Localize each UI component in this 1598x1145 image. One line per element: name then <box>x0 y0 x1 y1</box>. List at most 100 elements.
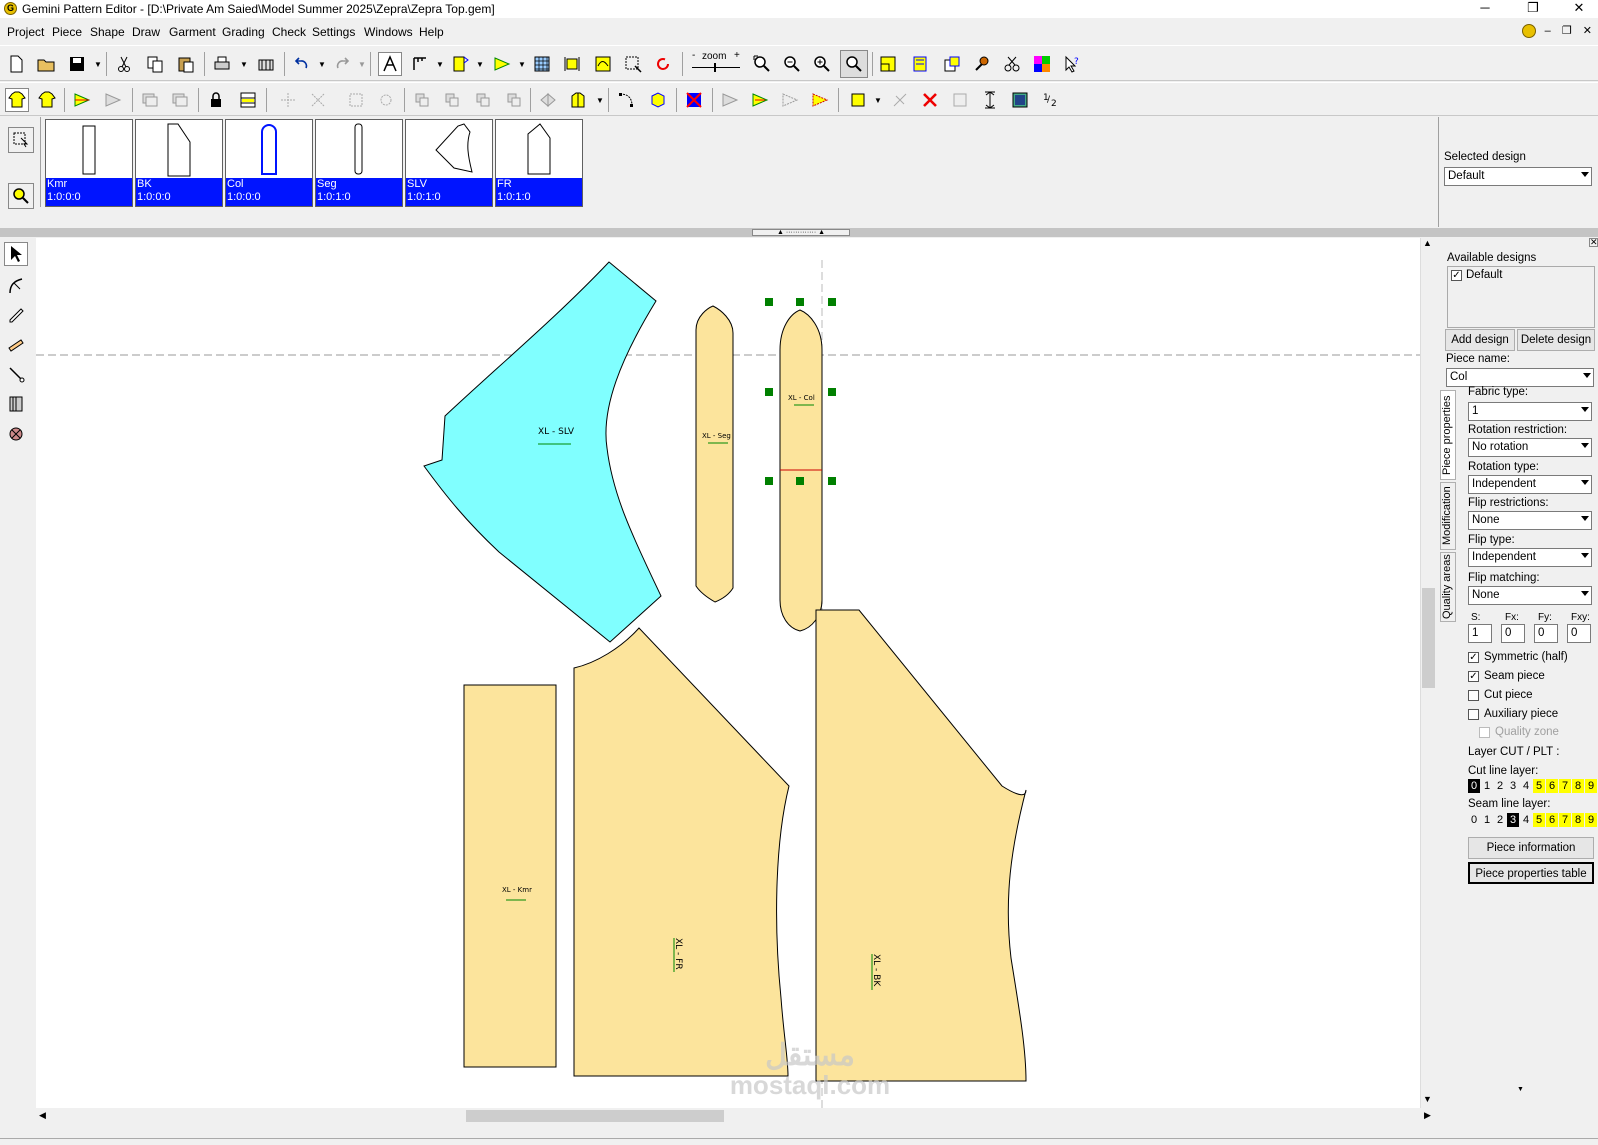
menu-grading[interactable]: Grading <box>222 25 265 39</box>
mdi-minimize-button[interactable]: – <box>1545 25 1551 37</box>
select-piece-icon[interactable] <box>8 127 34 153</box>
tab-modification[interactable]: Modification <box>1440 482 1456 550</box>
measure-icon[interactable] <box>408 52 432 76</box>
scroll-right-icon[interactable]: ▶ <box>1424 1110 1431 1121</box>
cut-layer-3[interactable]: 3 <box>1507 779 1519 793</box>
thumbnail-fr[interactable]: FR 1:0:1:0 <box>495 119 583 207</box>
seam-layer-9[interactable]: 9 <box>1585 813 1597 827</box>
pattern-canvas[interactable]: XL - SLV XL - Seg XL - Col XL - Kmr XL -… <box>36 238 1420 1108</box>
thumbnail-col[interactable]: Col 1:0:0:0 <box>225 119 313 207</box>
print-dropdown-icon[interactable]: ▼ <box>240 60 248 69</box>
vertical-scrollbar[interactable]: ▲ ▼ <box>1420 238 1436 1108</box>
maximize-button[interactable]: ❐ <box>1516 0 1550 18</box>
fabric-type-select[interactable]: 1 <box>1468 402 1592 421</box>
menu-help[interactable]: Help <box>419 25 444 39</box>
cut-layer-4[interactable]: 4 <box>1520 779 1532 793</box>
paste-icon[interactable] <box>174 52 198 76</box>
measure-dropdown-icon[interactable]: ▼ <box>436 60 444 69</box>
marker-icon[interactable] <box>908 52 932 76</box>
shape-yellow-icon[interactable] <box>646 88 670 112</box>
help-pointer-icon[interactable]: ? <box>1060 52 1084 76</box>
rotation-type-select[interactable]: Independent <box>1468 475 1592 494</box>
vertical-scroll-thumb[interactable] <box>1422 588 1435 688</box>
pattern-yellow-icon[interactable] <box>876 52 900 76</box>
grade-piece-icon[interactable] <box>70 88 94 112</box>
new-file-icon[interactable] <box>4 52 28 76</box>
seam-line-layer-selector[interactable]: 0 1 2 3 4 5 6 7 8 9 <box>1468 813 1597 827</box>
thread-spool-icon[interactable] <box>4 422 28 446</box>
cut-layer-2[interactable]: 2 <box>1494 779 1506 793</box>
piece-shirt-alt-icon[interactable] <box>35 88 59 112</box>
piece-bk[interactable] <box>815 609 1027 1082</box>
add-design-button[interactable]: Add design <box>1445 329 1515 351</box>
save-icon[interactable] <box>65 52 89 76</box>
seam-layer-7[interactable]: 7 <box>1559 813 1571 827</box>
piece-frame-icon[interactable] <box>591 52 615 76</box>
ruler-draw-icon[interactable] <box>4 332 28 356</box>
piece-properties-table-button[interactable]: Piece properties table <box>1468 862 1594 884</box>
redo-dropdown-icon[interactable]: ▼ <box>358 60 366 69</box>
fraction-half-icon[interactable]: 1/2 <box>1040 88 1064 112</box>
grade-disabled-icon[interactable] <box>101 88 125 112</box>
check-edit-icon[interactable] <box>888 88 912 112</box>
cut-layer-5[interactable]: 5 <box>1533 779 1545 793</box>
stretch-vertical-icon[interactable] <box>978 88 1002 112</box>
seam-layer-2[interactable]: 2 <box>1494 813 1506 827</box>
scroll-up-icon[interactable]: ▲ <box>1423 238 1432 248</box>
color-map-icon[interactable] <box>1030 52 1054 76</box>
box-select-icon[interactable] <box>344 88 368 112</box>
zoom-piece-icon[interactable] <box>8 183 34 209</box>
points-icon[interactable] <box>276 88 300 112</box>
menu-settings[interactable]: Settings <box>312 25 355 39</box>
mirror-icon[interactable] <box>536 88 560 112</box>
piece-shirt-icon[interactable] <box>5 88 29 112</box>
selected-design-select[interactable]: Default <box>1444 167 1592 186</box>
menu-project[interactable]: Project <box>7 25 44 39</box>
mdi-close-button[interactable]: ✕ <box>1583 25 1592 37</box>
copy-piece-c-icon[interactable] <box>471 88 495 112</box>
layer-stack-icon[interactable] <box>138 88 162 112</box>
pointer-arrow-icon[interactable] <box>4 242 28 266</box>
seam-layer-3[interactable]: 3 <box>1507 813 1519 827</box>
seam-layer-0[interactable]: 0 <box>1468 813 1480 827</box>
menu-check[interactable]: Check <box>272 25 306 39</box>
points-alt-icon[interactable] <box>306 88 330 112</box>
image-view-icon[interactable] <box>1008 88 1032 112</box>
line-tool-icon[interactable] <box>4 362 28 386</box>
cut-layer-1[interactable]: 1 <box>1481 779 1493 793</box>
piece-name-select[interactable]: Col <box>1446 368 1594 387</box>
split-piece-icon[interactable] <box>566 88 590 112</box>
scroll-down-icon[interactable]: ▼ <box>1423 1094 1432 1104</box>
select-region-icon[interactable] <box>621 52 645 76</box>
open-folder-icon[interactable] <box>34 52 58 76</box>
fxy-input[interactable]: 0 <box>1567 624 1591 643</box>
rotate-icon[interactable] <box>651 52 675 76</box>
thumbnail-slv[interactable]: SLV 1:0:1:0 <box>405 119 493 207</box>
pencil-icon[interactable] <box>4 302 28 326</box>
panel-close-icon[interactable]: ✕ <box>1589 238 1598 247</box>
menu-garment[interactable]: Garment <box>169 25 216 39</box>
copy-piece-d-icon[interactable] <box>502 88 526 112</box>
tab-quality-areas[interactable]: Quality areas <box>1440 552 1456 622</box>
grade-arrow-icon[interactable] <box>490 52 514 76</box>
fy-input[interactable]: 0 <box>1534 624 1558 643</box>
minimize-button[interactable]: ─ <box>1468 0 1502 18</box>
thumbnail-kmr[interactable]: Kmr 1:0:0:0 <box>45 119 133 207</box>
flip-type-select[interactable]: Independent <box>1468 548 1592 567</box>
lock-icon[interactable] <box>204 88 228 112</box>
splitter-handle[interactable]: ▲ ············· ▲ <box>752 229 850 236</box>
flip-matching-select[interactable]: None <box>1468 586 1592 605</box>
grid-table-icon[interactable] <box>530 52 554 76</box>
notch-dropdown-icon[interactable]: ▼ <box>476 60 484 69</box>
thumbnail-seg[interactable]: Seg 1:0:1:0 <box>315 119 403 207</box>
tools-icon[interactable] <box>970 52 994 76</box>
design-checkbox[interactable]: ✓ <box>1451 270 1462 281</box>
seam-piece-checkbox[interactable]: ✓ <box>1468 671 1479 682</box>
split-dropdown-icon[interactable]: ▼ <box>596 96 604 105</box>
grade-dropdown-icon[interactable]: ▼ <box>518 60 526 69</box>
undo-icon[interactable] <box>290 52 314 76</box>
zoom-in-icon[interactable] <box>810 52 834 76</box>
seam-layer-6[interactable]: 6 <box>1546 813 1558 827</box>
copy-piece-b-icon[interactable] <box>440 88 464 112</box>
menu-shape[interactable]: Shape <box>90 25 125 39</box>
